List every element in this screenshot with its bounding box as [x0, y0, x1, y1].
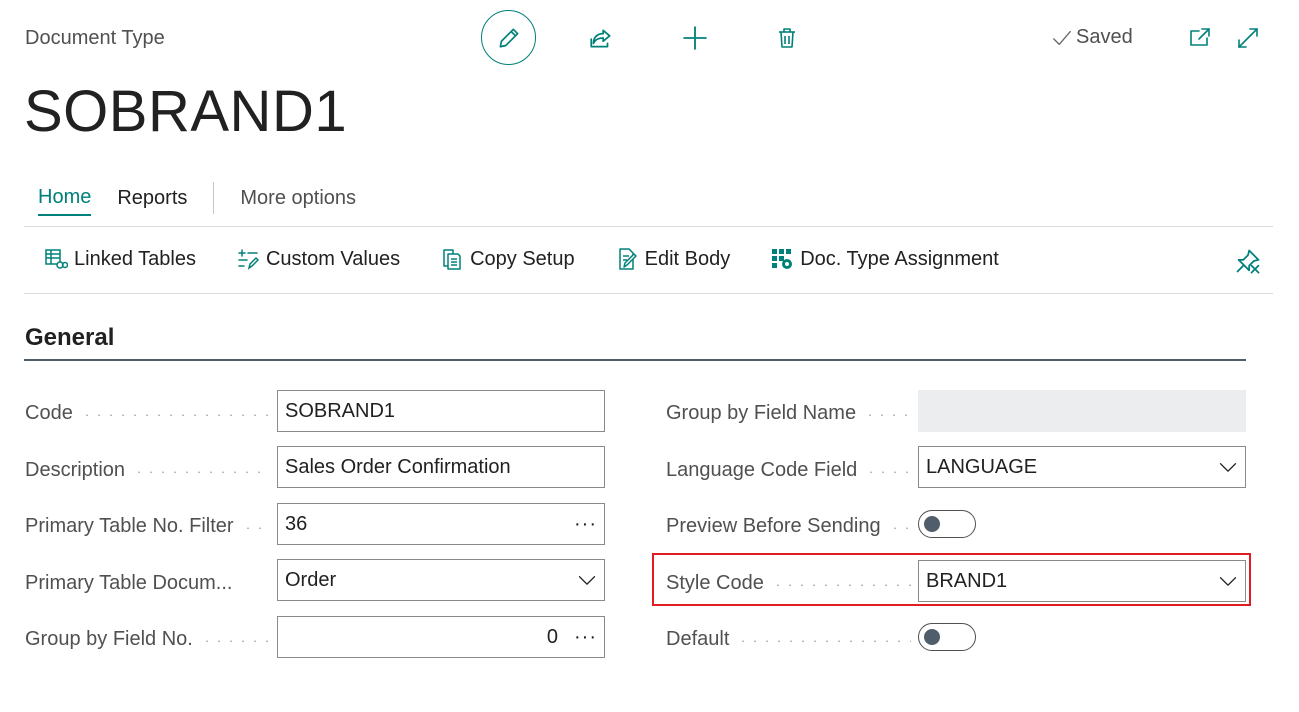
- primary-table-document-value: Order: [285, 568, 337, 591]
- section-title-general: General: [25, 324, 115, 351]
- share-icon: [590, 29, 611, 48]
- primary-table-document-select[interactable]: Order: [277, 559, 605, 601]
- language-code-field-value: LANGUAGE: [926, 455, 1038, 478]
- code-field[interactable]: SOBRAND1: [277, 390, 605, 432]
- edit-body-label: Edit Body: [644, 247, 731, 270]
- group-by-field-name-field: [918, 390, 1246, 432]
- group-by-field-no-label: Group by Field No.: [25, 624, 270, 654]
- copy-icon: [443, 249, 461, 270]
- edit-body-button[interactable]: Edit Body: [615, 247, 731, 271]
- toggle-knob: [924, 516, 940, 532]
- description-field[interactable]: Sales Order Confirmation: [277, 446, 605, 488]
- delete-button[interactable]: [769, 20, 805, 56]
- section-underline: [24, 359, 1246, 361]
- language-code-field-label: Language Code Field: [666, 455, 911, 485]
- assignment-grid-icon: [772, 249, 793, 269]
- primary-table-filter-label: Primary Table No. Filter: [25, 511, 270, 541]
- code-value: SOBRAND1: [285, 399, 396, 422]
- plus-icon: [683, 26, 707, 50]
- expand-button[interactable]: [1230, 20, 1266, 56]
- group-by-field-name-label: Group by Field Name: [666, 398, 911, 428]
- primary-table-filter-field[interactable]: 36 ···: [277, 503, 605, 545]
- edit-pencil-icon: [499, 28, 518, 47]
- toggle-knob: [924, 629, 940, 645]
- doc-type-assignment-button[interactable]: Doc. Type Assignment: [770, 247, 999, 271]
- description-value: Sales Order Confirmation: [285, 455, 511, 478]
- language-code-field-select[interactable]: LANGUAGE: [918, 446, 1246, 488]
- preview-before-sending-toggle[interactable]: [918, 510, 976, 538]
- copy-setup-button[interactable]: Copy Setup: [440, 247, 575, 271]
- tab-reports[interactable]: Reports: [117, 187, 187, 215]
- code-label: Code: [25, 398, 270, 428]
- share-button[interactable]: [583, 20, 619, 56]
- group-by-field-no-lookup-button[interactable]: ···: [574, 626, 597, 649]
- custom-values-button[interactable]: Custom Values: [236, 247, 400, 271]
- edit-button[interactable]: [481, 10, 536, 65]
- custom-values-label: Custom Values: [265, 247, 401, 270]
- tab-home[interactable]: Home: [38, 186, 92, 216]
- tab-divider: [213, 182, 215, 214]
- page-caption: Document Type: [25, 27, 165, 49]
- group-by-field-no-value: 0: [546, 625, 559, 648]
- primary-table-filter-value: 36: [285, 512, 308, 535]
- description-label: Description: [25, 455, 270, 485]
- default-toggle[interactable]: [918, 623, 976, 651]
- default-label: Default: [666, 624, 911, 654]
- expand-icon: [1238, 28, 1258, 48]
- open-new-window-button[interactable]: [1182, 20, 1218, 56]
- doc-type-assignment-label: Doc. Type Assignment: [800, 247, 999, 270]
- new-button[interactable]: [677, 20, 713, 56]
- action-tabs: Home Reports More options: [38, 182, 382, 216]
- linked-tables-label: Linked Tables: [74, 247, 196, 270]
- check-icon: [1053, 30, 1071, 45]
- linked-tables-button[interactable]: Linked Tables: [44, 247, 196, 271]
- action-bar-divider: [24, 293, 1273, 294]
- custom-values-icon: [238, 249, 260, 270]
- pin-action-bar-button[interactable]: [1234, 247, 1262, 275]
- saved-status: Saved: [1050, 26, 1133, 49]
- chevron-down-icon[interactable]: [1218, 457, 1238, 477]
- tabs-divider: [24, 226, 1273, 227]
- linked-tables-icon: [45, 249, 68, 269]
- copy-setup-label: Copy Setup: [470, 247, 575, 270]
- preview-before-sending-label: Preview Before Sending: [666, 511, 911, 541]
- chevron-down-icon[interactable]: [577, 570, 597, 590]
- edit-document-icon: [618, 248, 637, 270]
- saved-label: Saved: [1076, 26, 1133, 48]
- primary-table-filter-lookup-button[interactable]: ···: [574, 513, 597, 536]
- tab-more-options[interactable]: More options: [240, 187, 356, 215]
- pin-icon: [1236, 249, 1260, 274]
- trash-icon: [779, 28, 795, 48]
- open-new-window-icon: [1190, 28, 1210, 46]
- page-title: SOBRAND1: [24, 79, 348, 144]
- group-by-field-no-field[interactable]: 0 ···: [277, 616, 605, 658]
- action-bar: Linked Tables Custom Values Copy Setup E…: [44, 247, 1039, 271]
- primary-table-document-label: Primary Table Docum...: [25, 571, 233, 594]
- style-code-highlight-box: [652, 553, 1251, 606]
